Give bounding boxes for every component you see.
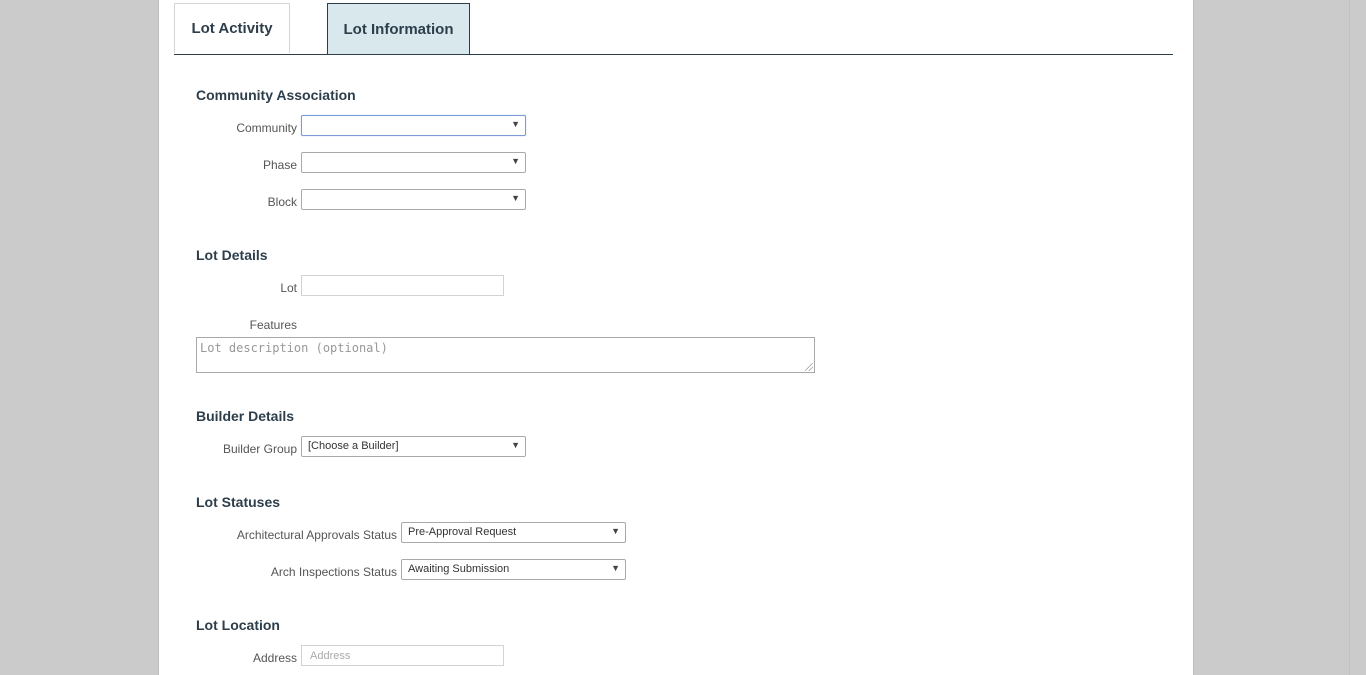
section-title-lot-statuses: Lot Statuses bbox=[196, 494, 281, 510]
resize-grip-icon[interactable] bbox=[805, 363, 813, 371]
tab-label: Lot Activity bbox=[191, 20, 273, 37]
arch-inspections-label: Arch Inspections Status bbox=[270, 565, 397, 579]
features-textarea[interactable]: Lot description (optional) bbox=[196, 337, 815, 373]
community-select[interactable]: ▼ bbox=[301, 115, 526, 136]
chevron-down-icon: ▼ bbox=[611, 526, 620, 536]
section-title-lot-location: Lot Location bbox=[196, 617, 280, 633]
lot-input[interactable] bbox=[301, 275, 504, 296]
chevron-down-icon: ▼ bbox=[611, 563, 620, 573]
chevron-down-icon: ▼ bbox=[511, 156, 520, 166]
chevron-down-icon: ▼ bbox=[511, 119, 520, 129]
address-label: Address bbox=[252, 651, 297, 665]
content-panel: Lot Activity Lot Information Community A… bbox=[158, 0, 1194, 675]
features-label: Features bbox=[249, 318, 297, 332]
arch-inspections-select-value: Awaiting Submission bbox=[408, 563, 510, 575]
chevron-down-icon: ▼ bbox=[511, 193, 520, 203]
tab-label: Lot Information bbox=[343, 20, 454, 38]
features-placeholder: Lot description (optional) bbox=[200, 341, 388, 355]
block-select[interactable]: ▼ bbox=[301, 189, 526, 210]
lot-label: Lot bbox=[280, 281, 297, 295]
address-placeholder: Address bbox=[310, 650, 351, 662]
section-title-builder-details: Builder Details bbox=[196, 408, 295, 424]
section-title-lot-details: Lot Details bbox=[196, 247, 268, 263]
arch-approvals-select-value: Pre-Approval Request bbox=[408, 526, 517, 538]
chevron-down-icon: ▼ bbox=[511, 440, 520, 450]
tab-bar: Lot Activity Lot Information bbox=[174, 3, 1173, 55]
community-label: Community bbox=[236, 121, 297, 135]
phase-label: Phase bbox=[262, 158, 297, 172]
address-input[interactable]: Address bbox=[301, 645, 504, 666]
builder-group-select-value: [Choose a Builder] bbox=[308, 440, 399, 452]
builder-group-select[interactable]: [Choose a Builder] ▼ bbox=[301, 436, 526, 457]
arch-approvals-select[interactable]: Pre-Approval Request ▼ bbox=[401, 522, 626, 543]
builder-group-label: Builder Group bbox=[222, 442, 297, 456]
phase-select[interactable]: ▼ bbox=[301, 152, 526, 173]
page-scrollbar[interactable] bbox=[1349, 0, 1366, 675]
section-title-community-association: Community Association bbox=[196, 87, 356, 103]
tab-lot-activity[interactable]: Lot Activity bbox=[174, 3, 290, 53]
arch-approvals-label: Architectural Approvals Status bbox=[236, 528, 397, 542]
block-label: Block bbox=[267, 195, 297, 209]
tab-lot-information[interactable]: Lot Information bbox=[327, 3, 470, 54]
arch-inspections-select[interactable]: Awaiting Submission ▼ bbox=[401, 559, 626, 580]
